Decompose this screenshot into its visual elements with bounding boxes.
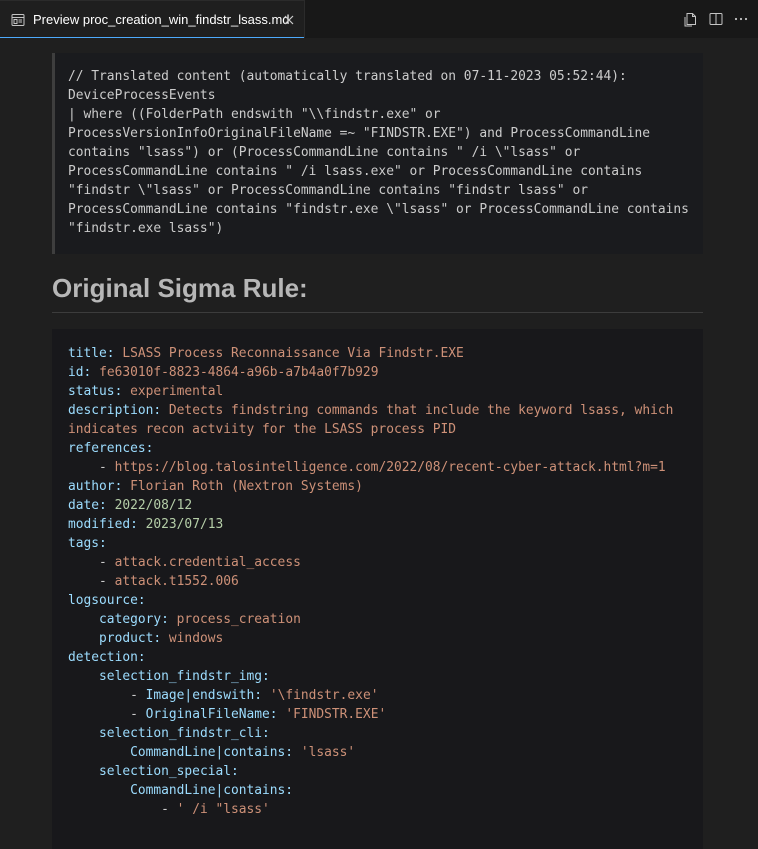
markdown-preview: // Translated content (automatically tra… <box>52 53 703 849</box>
yaml-value: LSASS Process Reconnaissance Via Findstr… <box>122 346 464 361</box>
yaml-key: selection_findstr_img: <box>99 669 270 684</box>
yaml-key: tags: <box>68 536 107 551</box>
translated-line: ProcessCommandLine contains " /i lsass.e… <box>68 164 643 179</box>
yaml-value: '\findstr.exe' <box>269 688 379 703</box>
yaml-key: detection: <box>68 650 146 665</box>
editor-actions <box>680 0 758 38</box>
translated-line: ProcessCommandLine contains "findstr.exe… <box>68 202 689 217</box>
yaml-value: Florian Roth (Nextron Systems) <box>130 479 363 494</box>
yaml-key: logsource: <box>68 593 146 608</box>
yaml-key: CommandLine|contains: <box>130 783 294 798</box>
editor-tab-bar: Preview proc_creation_win_findstr_lsass.… <box>0 0 758 38</box>
yaml-value: 2022/08/12 <box>114 498 193 513</box>
yaml-key: author: <box>68 479 123 494</box>
yaml-key: status: <box>68 384 123 399</box>
yaml-value: Detects findstring commands that include… <box>168 403 674 418</box>
section-heading: Original Sigma Rule: <box>52 271 703 313</box>
translated-line: contains "lsass") or (ProcessCommandLine… <box>68 145 581 160</box>
translated-line: DeviceProcessEvents <box>68 88 216 103</box>
open-source-icon[interactable] <box>680 8 702 30</box>
yaml-key: product: <box>99 631 162 646</box>
translated-line: // Translated content (automatically tra… <box>68 69 627 84</box>
yaml-value: experimental <box>130 384 224 399</box>
yaml-key: date: <box>68 498 107 513</box>
yaml-key: references: <box>68 441 154 456</box>
yaml-key: OriginalFileName: <box>145 707 278 722</box>
translated-content-blockquote: // Translated content (automatically tra… <box>52 53 703 254</box>
yaml-value: windows <box>168 631 224 646</box>
split-editor-icon[interactable] <box>705 8 727 30</box>
tab-label: Preview proc_creation_win_findstr_lsass.… <box>33 12 290 27</box>
translated-line: | where ((FolderPath endswith "\\findstr… <box>68 107 441 122</box>
tab-preview[interactable]: Preview proc_creation_win_findstr_lsass.… <box>0 0 305 38</box>
yaml-value: 2023/07/13 <box>145 517 224 532</box>
yaml-key: description: <box>68 403 162 418</box>
preview-icon <box>11 12 27 28</box>
yaml-key: selection_findstr_cli: <box>99 726 270 741</box>
more-actions-icon[interactable] <box>730 8 752 30</box>
sigma-rule-code-block: title: LSASS Process Reconnaissance Via … <box>52 329 703 849</box>
yaml-value: 'FINDSTR.EXE' <box>285 707 387 722</box>
translated-line: "findstr \"lsass" or ProcessCommandLine … <box>68 183 588 198</box>
yaml-value: attack.credential_access <box>114 555 301 570</box>
translated-line: ProcessVersionInfoOriginalFileName =~ "F… <box>68 126 651 141</box>
yaml-key: Image|endswith: <box>145 688 263 703</box>
close-icon[interactable] <box>281 12 297 28</box>
yaml-key: title: <box>68 346 115 361</box>
yaml-value: 'lsass' <box>300 745 356 760</box>
yaml-key: category: <box>99 612 169 627</box>
yaml-value: fe63010f-8823-4864-a96b-a7b4a0f7b929 <box>99 365 379 380</box>
yaml-key: CommandLine|contains: <box>130 745 294 760</box>
yaml-value: process_creation <box>176 612 301 627</box>
yaml-value: attack.t1552.006 <box>114 574 239 589</box>
yaml-key: modified: <box>68 517 138 532</box>
yaml-value: indicates recon actviity for the LSASS p… <box>68 422 457 437</box>
translated-line: "findstr.exe lsass") <box>68 221 224 236</box>
yaml-value: ' /i "lsass' <box>176 802 270 817</box>
yaml-key: id: <box>68 365 92 380</box>
yaml-value: https://blog.talosintelligence.com/2022/… <box>114 460 666 475</box>
yaml-key: selection_special: <box>99 764 239 779</box>
